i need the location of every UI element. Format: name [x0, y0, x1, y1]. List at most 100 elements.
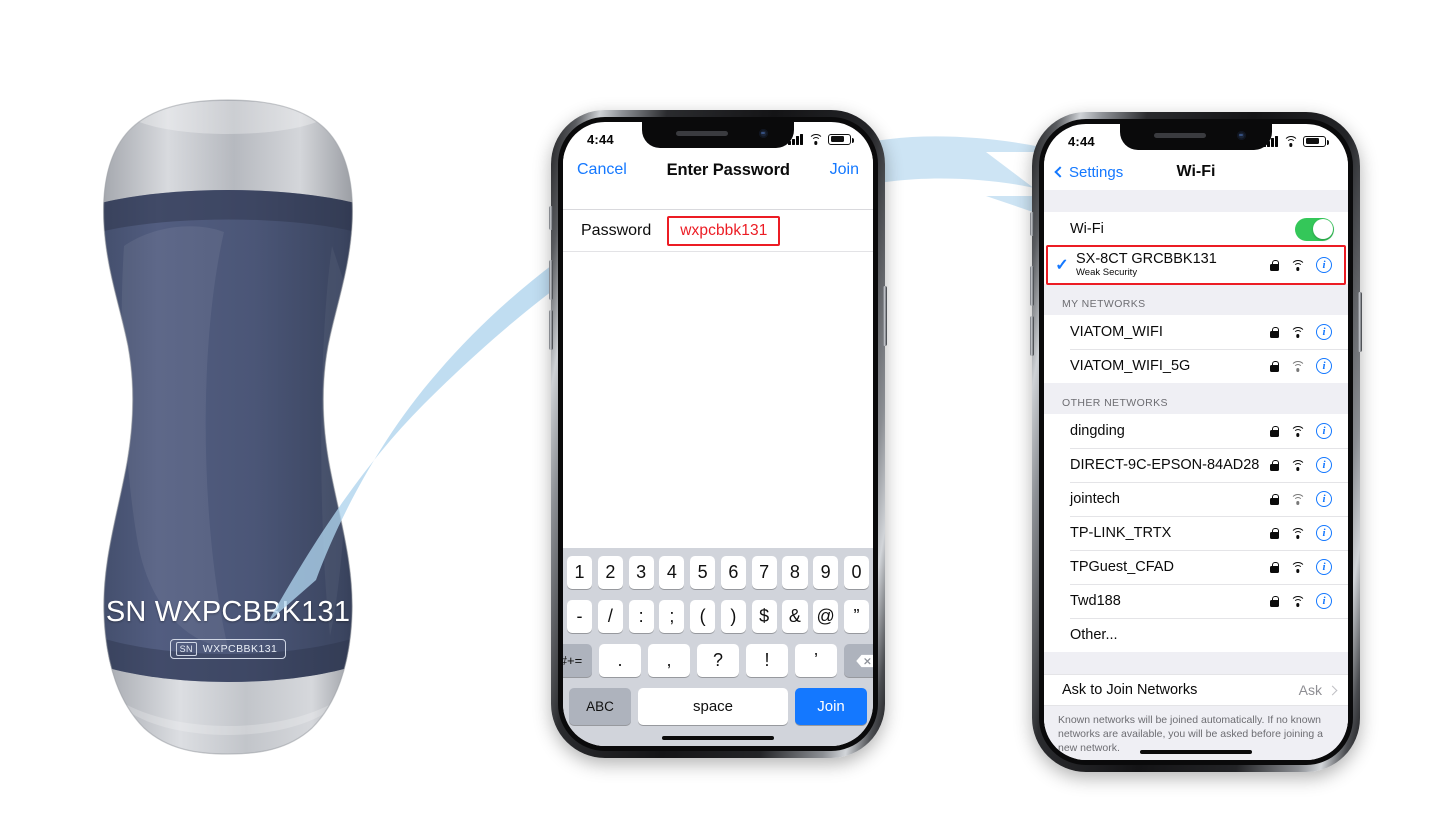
notch — [642, 122, 794, 148]
key-paren-open[interactable]: ( — [690, 600, 716, 633]
lock-icon — [1270, 527, 1279, 539]
lock-icon — [1270, 326, 1279, 338]
wifi-status-icon — [1283, 135, 1298, 147]
key-9[interactable]: 9 — [813, 556, 839, 589]
power-button[interactable] — [883, 286, 887, 346]
network-row[interactable]: TPGuest_CFAD i — [1044, 550, 1348, 584]
key-comma[interactable]: , — [648, 644, 690, 677]
key-0[interactable]: 0 — [843, 556, 870, 589]
key-paren-close[interactable]: ) — [720, 600, 746, 633]
key-2[interactable]: 2 — [597, 556, 623, 589]
volume-down-button[interactable] — [549, 310, 553, 350]
front-camera-icon — [759, 129, 768, 138]
key-6[interactable]: 6 — [720, 556, 746, 589]
wifi-signal-icon — [1290, 360, 1305, 372]
wifi-settings-list[interactable]: Wi-Fi ✓ SX-8CT GRCBBK131 Weak Security i… — [1044, 190, 1348, 760]
key-4[interactable]: 4 — [659, 556, 685, 589]
phone-wifi-settings: 4:44 Settings Wi-Fi Wi-Fi ✓ SX-8CT GRCBB… — [1030, 112, 1362, 772]
network-ssid: VIATOM_WIFI — [1070, 324, 1163, 340]
home-indicator[interactable] — [662, 736, 774, 740]
info-icon[interactable]: i — [1316, 457, 1332, 473]
backspace-icon[interactable] — [844, 644, 873, 677]
power-button[interactable] — [1358, 292, 1362, 352]
info-icon[interactable]: i — [1316, 491, 1332, 507]
page-title: Enter Password — [666, 160, 790, 179]
info-icon[interactable]: i — [1316, 423, 1332, 439]
wifi-footer-note: Known networks will be joined automatica… — [1044, 706, 1348, 755]
front-camera-icon — [1237, 131, 1246, 140]
wifi-toggle-row[interactable]: Wi-Fi — [1044, 212, 1348, 246]
network-row[interactable]: VIATOM_WIFI_5G i — [1044, 349, 1348, 383]
section-header-other-networks: OTHER NETWORKS — [1044, 383, 1348, 414]
section-header-my-networks: MY NETWORKS — [1044, 284, 1348, 315]
symbols-toggle-key[interactable]: #+= — [563, 644, 592, 677]
device-serial-label-tag: SN WXPCBBK131 — [78, 639, 378, 659]
mute-switch[interactable] — [1030, 212, 1034, 236]
space-key[interactable]: space — [638, 688, 788, 725]
back-to-settings-button[interactable]: Settings — [1054, 164, 1123, 181]
key-5[interactable]: 5 — [690, 556, 716, 589]
volume-up-button[interactable] — [549, 260, 553, 300]
ultrasound-probe-device: SN WXPCBBK131 SN WXPCBBK131 — [78, 96, 378, 756]
mute-switch[interactable] — [549, 206, 553, 230]
network-ssid: TPGuest_CFAD — [1070, 559, 1174, 575]
info-icon[interactable]: i — [1316, 324, 1332, 340]
key-ampersand[interactable]: & — [782, 600, 808, 633]
wifi-toggle-switch[interactable] — [1295, 217, 1334, 241]
phone-enter-password: 4:44 Cancel Enter Password Join Password… — [549, 110, 887, 758]
wifi-signal-icon — [1290, 527, 1305, 539]
network-ssid: dingding — [1070, 423, 1125, 439]
key-exclaim[interactable]: ! — [746, 644, 788, 677]
wifi-signal-icon — [1290, 326, 1305, 338]
network-row[interactable]: jointech i — [1044, 482, 1348, 516]
key-period[interactable]: . — [599, 644, 641, 677]
network-row[interactable]: Twd188 i — [1044, 584, 1348, 618]
password-input[interactable]: wxpcbbk131 — [680, 222, 767, 239]
join-button-navbar[interactable]: Join — [830, 161, 859, 179]
battery-icon — [828, 133, 854, 145]
network-row[interactable]: DIRECT-9C-EPSON-84AD28 i — [1044, 448, 1348, 482]
key-apostrophe[interactable]: ’ — [795, 644, 837, 677]
info-icon[interactable]: i — [1316, 593, 1332, 609]
key-quote[interactable]: ” — [843, 600, 870, 633]
network-ssid: jointech — [1070, 491, 1120, 507]
notch — [1120, 124, 1272, 150]
other-network-row[interactable]: Other... — [1044, 618, 1348, 652]
onscreen-keyboard[interactable]: 1 2 3 4 5 6 7 8 9 0 - / : ; ( ) $ & @ ” … — [563, 548, 873, 746]
cancel-button[interactable]: Cancel — [577, 161, 627, 179]
info-icon[interactable]: i — [1316, 257, 1332, 273]
wifi-toggle-group: Wi-Fi — [1044, 212, 1348, 246]
key-1[interactable]: 1 — [566, 556, 593, 589]
abc-key[interactable]: ABC — [569, 688, 631, 725]
keyboard-row-punctuation: #+= . , ? ! ’ — [563, 644, 873, 677]
volume-up-button[interactable] — [1030, 266, 1034, 306]
network-row[interactable]: dingding i — [1044, 414, 1348, 448]
lock-icon — [1270, 360, 1279, 372]
key-question[interactable]: ? — [697, 644, 739, 677]
key-3[interactable]: 3 — [628, 556, 654, 589]
phone-screen: 4:44 Settings Wi-Fi Wi-Fi ✓ SX-8CT GRCBB… — [1044, 124, 1348, 760]
key-semicolon[interactable]: ; — [659, 600, 685, 633]
network-row[interactable]: VIATOM_WIFI i — [1044, 315, 1348, 349]
network-row-connected[interactable]: ✓ SX-8CT GRCBBK131 Weak Security i — [1044, 246, 1348, 284]
info-icon[interactable]: i — [1316, 559, 1332, 575]
wifi-signal-icon — [1290, 425, 1305, 437]
volume-down-button[interactable] — [1030, 316, 1034, 356]
key-7[interactable]: 7 — [751, 556, 777, 589]
connected-network-subtitle: Weak Security — [1076, 267, 1138, 278]
network-row[interactable]: TP-LINK_TRTX i — [1044, 516, 1348, 550]
key-8[interactable]: 8 — [782, 556, 808, 589]
key-hyphen[interactable]: - — [566, 600, 593, 633]
key-colon[interactable]: : — [628, 600, 654, 633]
key-at[interactable]: @ — [813, 600, 839, 633]
ask-to-join-label: Ask to Join Networks — [1062, 682, 1198, 698]
info-icon[interactable]: i — [1316, 358, 1332, 374]
keyboard-join-button[interactable]: Join — [795, 688, 867, 725]
key-slash[interactable]: / — [597, 600, 623, 633]
info-icon[interactable]: i — [1316, 525, 1332, 541]
key-dollar[interactable]: $ — [751, 600, 777, 633]
ask-to-join-row[interactable]: Ask to Join Networks Ask — [1044, 674, 1348, 706]
home-indicator[interactable] — [1140, 750, 1252, 754]
wifi-signal-icon — [1290, 459, 1305, 471]
status-time: 4:44 — [587, 131, 614, 147]
